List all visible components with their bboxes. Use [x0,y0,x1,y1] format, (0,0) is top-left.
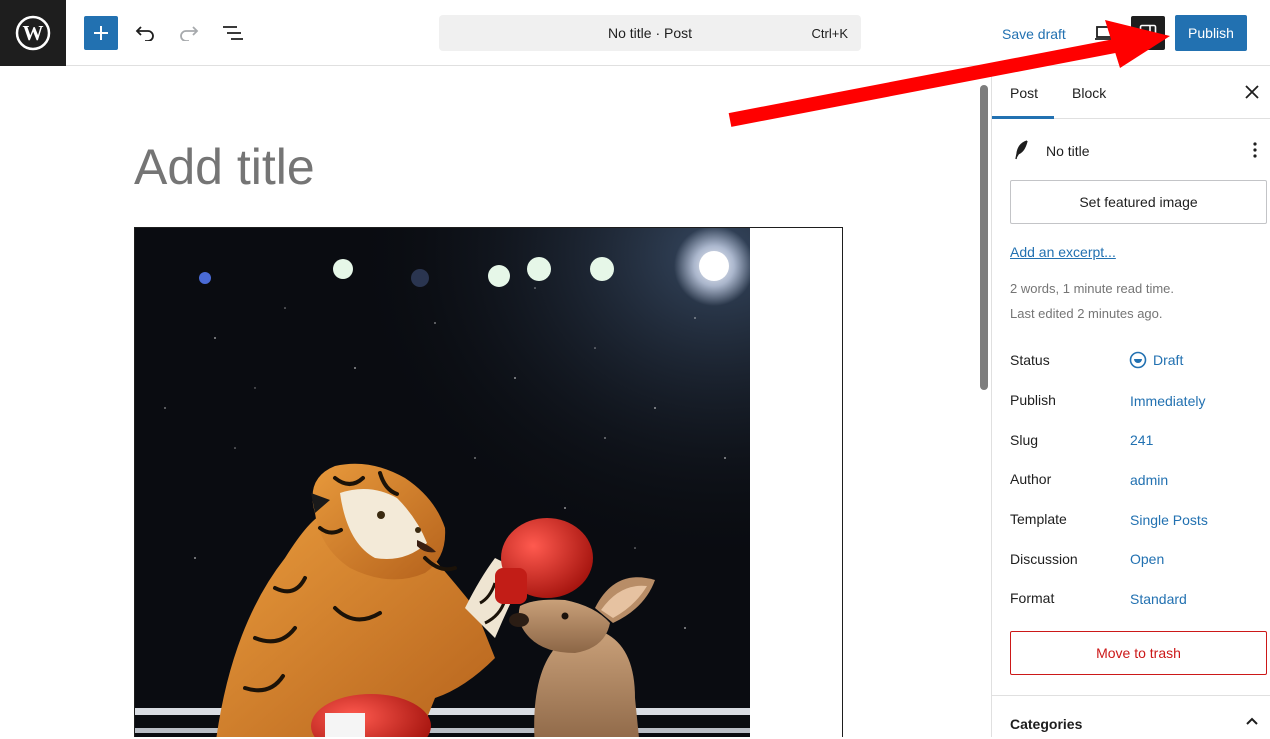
publish-value[interactable]: Immediately [1130,393,1205,409]
tab-block[interactable]: Block [1072,85,1106,101]
word-count-text: 2 words, 1 minute read time. [1010,281,1175,296]
move-to-trash-button[interactable]: Move to trash [1010,631,1267,675]
command-palette-bar[interactable]: No title · Post Ctrl+K [439,15,861,51]
discussion-label: Discussion [1010,551,1078,567]
format-value[interactable]: Standard [1130,591,1187,607]
status-label: Status [1010,352,1050,368]
undo-icon [135,26,154,41]
add-block-button[interactable] [84,16,118,50]
add-excerpt-link[interactable]: Add an excerpt... [1010,244,1116,260]
redo-button[interactable] [172,16,206,50]
preview-button[interactable] [1088,16,1122,50]
wordpress-logo-icon: W [15,15,51,51]
draft-status-icon [1129,351,1147,369]
kebab-menu-icon[interactable] [1250,141,1260,159]
active-tab-indicator [992,116,1054,119]
status-value-text: Draft [1153,352,1184,368]
plus-icon [94,26,108,40]
editor-topbar: W No title · Post Ctrl+K Save draft Publ… [0,0,1270,66]
status-value[interactable]: Draft [1129,351,1183,369]
tab-post[interactable]: Post [1010,85,1038,101]
template-value[interactable]: Single Posts [1130,512,1208,528]
author-label: Author [1010,471,1052,487]
editor-canvas: Add title [0,67,990,737]
set-featured-image-button[interactable]: Set featured image [1010,180,1267,224]
publish-button[interactable]: Publish [1175,15,1247,51]
canvas-scrollbar[interactable] [980,85,988,390]
last-edited-text: Last edited 2 minutes ago. [1010,306,1163,321]
post-summary-row: No title [1010,139,1260,161]
undo-button[interactable] [128,16,162,50]
publish-label: Publish [1010,392,1056,408]
settings-panel-icon [1139,24,1157,42]
desktop-preview-icon [1095,26,1115,40]
shortcut-hint: Ctrl+K [811,26,848,41]
svg-text:W: W [23,21,44,45]
redo-icon [180,26,199,41]
close-icon[interactable] [1243,83,1261,101]
post-title-input[interactable]: Add title [134,138,315,196]
categories-panel[interactable]: Categories [992,695,1270,739]
slug-value[interactable]: 241 [1130,432,1153,448]
post-title-label: No title [1046,143,1090,159]
save-draft-button[interactable]: Save draft [1002,26,1066,42]
wordpress-logo-button[interactable]: W [0,0,66,66]
slug-label: Slug [1010,432,1039,448]
settings-button[interactable] [1131,16,1165,50]
document-overview-icon [223,26,243,40]
format-label: Format [1010,590,1055,606]
document-overview-button[interactable] [216,16,250,50]
post-image [135,228,750,737]
discussion-value[interactable]: Open [1130,551,1164,567]
sidebar-tabs: Post Block [992,67,1270,119]
categories-label: Categories [1010,716,1083,732]
quill-icon [1015,140,1028,160]
template-label: Template [1010,511,1067,527]
settings-sidebar: Post Block No title Set featured image A… [991,67,1270,737]
image-block[interactable] [134,227,843,737]
chevron-up-icon[interactable] [1245,714,1259,728]
author-value[interactable]: admin [1130,472,1168,488]
post-title-display: No title · Post [607,25,693,41]
